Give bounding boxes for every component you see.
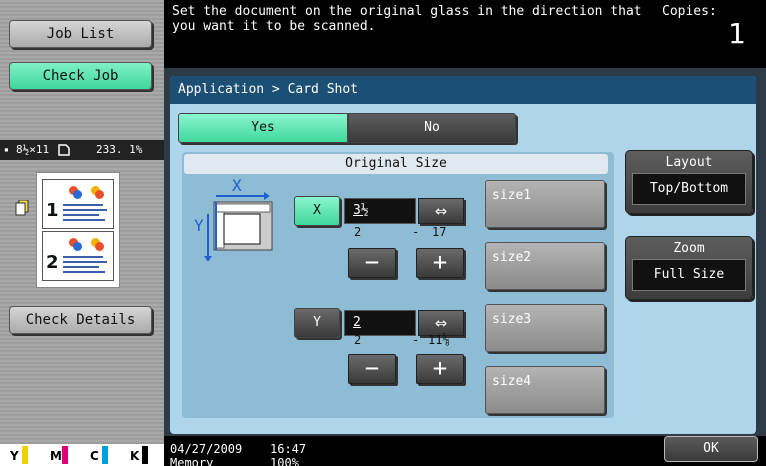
preview-page-2: 2 [42, 231, 114, 281]
layout-title: Layout [665, 155, 713, 170]
breadcrumb: Application > Card Shot [170, 76, 756, 104]
y-decrease-button[interactable]: − [348, 354, 396, 384]
zoom-ratio: 233. 1% [96, 143, 143, 156]
size1-label: size1 [492, 188, 532, 203]
original-size-title: Original Size [184, 154, 608, 174]
message-area: Set the document on the original glass i… [164, 0, 766, 68]
copies-count: 1 [728, 17, 746, 50]
check-details-button[interactable]: Check Details [9, 306, 152, 334]
orientation-icon [58, 140, 70, 160]
toner-label-black: K [130, 449, 140, 463]
toner-levels: Y M C K [0, 444, 164, 466]
size1-button[interactable]: size1 [485, 180, 605, 228]
instruction-text: Set the document on the original glass i… [172, 4, 642, 34]
size4-label: size4 [492, 374, 532, 389]
size2-label: size2 [492, 250, 532, 265]
breadcrumb-text: Application > Card Shot [178, 82, 359, 97]
toner-bar-black [142, 446, 148, 464]
x-range-dash: - [412, 225, 420, 239]
yes-button[interactable]: Yes [178, 113, 348, 143]
left-panel: Job List Check Job ▪ 8½×11 233. 1% 1 2 C… [0, 0, 164, 466]
toner-label-cyan: C [90, 449, 99, 463]
check-job-button[interactable]: Check Job [9, 62, 152, 90]
ok-button[interactable]: OK [664, 436, 758, 462]
preview-thumbnail: 1 2 [36, 172, 120, 288]
x-increase-button[interactable]: + [416, 248, 464, 278]
no-button[interactable]: No [348, 113, 516, 143]
job-list-button[interactable]: Job List [9, 20, 152, 48]
y-range-min: 2 [354, 333, 362, 347]
y-range-dash: - [412, 333, 420, 347]
screen: Job List Check Job ▪ 8½×11 233. 1% 1 2 C… [0, 0, 766, 466]
zoom-value: Full Size [632, 259, 746, 291]
toner-label-yellow: Y [10, 449, 19, 463]
zoom-button[interactable]: Zoom Full Size [625, 236, 753, 300]
preview-page-1: 1 [42, 179, 114, 229]
size2-button[interactable]: size2 [485, 242, 605, 290]
x-value: 3½ [353, 203, 369, 218]
toner-bar-magenta [62, 446, 68, 464]
x-value-field[interactable]: 3½ [344, 198, 416, 224]
x-decrease-button[interactable]: − [348, 248, 396, 278]
x-swap-button[interactable]: ⇔ [418, 198, 464, 224]
toner-bar-yellow [22, 446, 28, 464]
main-panel: Application > Card Shot Yes No Original … [164, 68, 766, 436]
copies-label: Copies: [662, 4, 717, 19]
y-value: 2 [353, 315, 361, 330]
diagram-x-label: X [232, 176, 242, 195]
toner-bar-cyan [102, 446, 108, 464]
status-date: 04/27/2009 [170, 442, 243, 456]
document-stack-icon [15, 199, 29, 216]
layout-button[interactable]: Layout Top/Bottom [625, 150, 753, 214]
size3-label: size3 [492, 312, 532, 327]
toner-label-magenta: M [50, 449, 62, 463]
paper-size: 8½×11 [16, 143, 50, 156]
memory-label: Memory [170, 456, 214, 466]
x-axis-button[interactable]: X [294, 196, 340, 226]
y-increase-button[interactable]: + [416, 354, 464, 384]
paper-info-bar: ▪ 8½×11 233. 1% [0, 140, 164, 160]
status-time: 16:47 [270, 442, 307, 456]
layout-value: Top/Bottom [632, 173, 746, 205]
size3-button[interactable]: size3 [485, 304, 605, 352]
y-axis-button[interactable]: Y [294, 308, 340, 338]
x-range-max: 17 [432, 225, 447, 239]
memory-value: 100% [270, 456, 299, 466]
info-icon: ▪ [4, 145, 9, 154]
status-bar: 04/27/2009 16:47 Memory 100% OK [164, 436, 766, 466]
x-range-min: 2 [354, 225, 362, 239]
zoom-title: Zoom [673, 241, 705, 256]
size4-button[interactable]: size4 [485, 366, 605, 414]
y-range-max: 11⅝ [428, 333, 450, 347]
diagram-y-label: Y [194, 216, 204, 235]
